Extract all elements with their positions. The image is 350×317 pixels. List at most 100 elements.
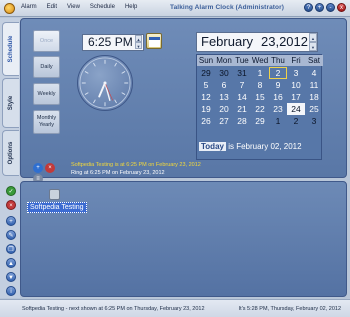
spin-down-icon[interactable]: ▼ bbox=[135, 42, 142, 49]
date-input[interactable]: February 23,2012 bbox=[196, 32, 318, 52]
calendar-day[interactable]: 1 bbox=[269, 115, 287, 127]
schedule-panel: Once Daily Weekly Monthly Yearly 6:25 PM… bbox=[20, 18, 347, 184]
weekday-label: Wed bbox=[251, 56, 269, 65]
calendar-day[interactable]: 8 bbox=[251, 79, 269, 91]
move-down-icon[interactable]: ▼ bbox=[6, 272, 16, 282]
add-alarm-icon[interactable]: + bbox=[6, 216, 16, 226]
calendar-day[interactable]: 20 bbox=[215, 103, 233, 115]
menu-view[interactable]: View bbox=[67, 4, 80, 10]
weekday-label: Thu bbox=[271, 56, 285, 65]
calendar-day[interactable]: 17 bbox=[287, 91, 305, 103]
calendar-day[interactable]: 30 bbox=[215, 67, 233, 79]
calendar-day[interactable]: 6 bbox=[215, 79, 233, 91]
calendar-day[interactable]: 21 bbox=[233, 103, 251, 115]
calendar-day[interactable]: 3 bbox=[287, 67, 305, 79]
properties-icon[interactable]: i bbox=[6, 286, 16, 296]
calendar-day[interactable]: 4 bbox=[305, 67, 323, 79]
calendar-day[interactable]: 13 bbox=[215, 91, 233, 103]
menu-alarm[interactable]: Alarm bbox=[21, 4, 37, 10]
spin-up-icon[interactable]: ▲ bbox=[309, 33, 317, 42]
calendar-day[interactable]: 29 bbox=[251, 115, 269, 127]
close-button[interactable]: x bbox=[337, 3, 346, 12]
schedule-monthly-yearly-button[interactable]: Monthly Yearly bbox=[33, 110, 60, 134]
calendar-today-footer[interactable]: Today is February 02, 2012 bbox=[197, 141, 323, 153]
edit-alarm-icon[interactable]: ✎ bbox=[6, 230, 16, 240]
analog-clock bbox=[77, 55, 133, 111]
menu-help[interactable]: Help bbox=[125, 4, 137, 10]
move-up-icon[interactable]: ▲ bbox=[6, 258, 16, 268]
calendar-icon bbox=[149, 37, 160, 47]
month-calendar: Sun Mon Tue Wed Thu Fri Sat 29 30 31 1 2… bbox=[196, 54, 323, 160]
schedule-once-button[interactable]: Once bbox=[33, 30, 60, 52]
calendar-day[interactable]: 26 bbox=[197, 115, 215, 127]
calendar-day[interactable]: 16 bbox=[269, 91, 287, 103]
schedule-daily-button[interactable]: Daily bbox=[33, 56, 60, 78]
tab-schedule[interactable]: Schedule bbox=[2, 22, 19, 76]
calendar-day[interactable]: 12 bbox=[197, 91, 215, 103]
delete-icon[interactable]: × bbox=[6, 200, 16, 210]
status-bar: Softpedia Testing - next shown at 6:25 P… bbox=[0, 299, 350, 317]
calendar-day-selected[interactable]: 24 bbox=[287, 103, 305, 115]
alarm-summary-text: Softpedia Testing is at 6:25 PM on Febru… bbox=[71, 162, 201, 168]
current-time-status: It's 5:28 PM, Thursday, February 02, 201… bbox=[238, 306, 341, 312]
menu-schedule[interactable]: Schedule bbox=[90, 4, 115, 10]
check-icon[interactable]: ✓ bbox=[6, 186, 16, 196]
alarm-list-panel: Softpedia Testing bbox=[20, 181, 347, 297]
maximize-button[interactable]: + bbox=[315, 3, 324, 12]
clear-icon[interactable]: × bbox=[45, 163, 55, 173]
weekday-label: Tue bbox=[235, 56, 249, 65]
calendar-day[interactable]: 29 bbox=[197, 67, 215, 79]
calendar-day[interactable]: 22 bbox=[251, 103, 269, 115]
spin-up-icon[interactable]: ▲ bbox=[135, 35, 142, 42]
spin-down-icon[interactable]: ▼ bbox=[309, 42, 317, 51]
calendar-day[interactable]: 2 bbox=[287, 115, 305, 127]
calendar-day[interactable]: 7 bbox=[233, 79, 251, 91]
window-controls: ? + - x bbox=[304, 3, 346, 12]
help-button[interactable]: ? bbox=[304, 3, 313, 12]
calendar-button[interactable] bbox=[146, 33, 162, 49]
calendar-day[interactable]: 14 bbox=[233, 91, 251, 103]
calendar-day[interactable]: 28 bbox=[233, 115, 251, 127]
calendar-day[interactable]: 3 bbox=[305, 115, 323, 127]
calendar-day[interactable]: 1 bbox=[251, 67, 269, 79]
date-day-year: 23,2012 bbox=[261, 34, 308, 49]
tab-options[interactable]: Options bbox=[2, 130, 19, 176]
calendar-day[interactable]: 10 bbox=[287, 79, 305, 91]
calendar-day[interactable]: 31 bbox=[233, 67, 251, 79]
copy-alarm-icon[interactable]: ❐ bbox=[6, 244, 16, 254]
title-bar: Alarm Edit View Schedule Help Talking Al… bbox=[0, 0, 350, 17]
calendar-day[interactable]: 19 bbox=[197, 103, 215, 115]
date-month: February bbox=[201, 34, 254, 49]
list-item[interactable]: Softpedia Testing bbox=[27, 189, 87, 213]
tab-style[interactable]: Style bbox=[2, 78, 19, 128]
calendar-days: 29 30 31 1 2 3 4 5 6 7 8 9 10 11 12 13 1… bbox=[197, 67, 323, 127]
calendar-day[interactable]: 18 bbox=[305, 91, 323, 103]
alarm-clock-icon[interactable] bbox=[4, 3, 15, 14]
weekday-label: Sat bbox=[307, 56, 320, 65]
weekday-label: Fri bbox=[291, 56, 301, 65]
weekday-label: Sun bbox=[198, 56, 214, 65]
today-date-text: is February 02, 2012 bbox=[228, 142, 302, 151]
today-label: Today bbox=[199, 142, 226, 151]
calendar-weekday-header: Sun Mon Tue Wed Thu Fri Sat bbox=[197, 55, 323, 66]
minimize-button[interactable]: - bbox=[326, 3, 335, 12]
side-tabs: Schedule Style Options bbox=[0, 18, 20, 178]
calendar-day[interactable]: 25 bbox=[305, 103, 323, 115]
calendar-day[interactable]: 5 bbox=[197, 79, 215, 91]
calendar-day[interactable]: 9 bbox=[269, 79, 287, 91]
menu-edit[interactable]: Edit bbox=[47, 4, 57, 10]
alarm-item-label: Softpedia Testing bbox=[27, 202, 87, 213]
date-spinner[interactable]: ▲ ▼ bbox=[309, 33, 317, 51]
alarm-item-icon bbox=[49, 189, 60, 200]
calendar-day[interactable]: 11 bbox=[305, 79, 323, 91]
add-schedule-icon[interactable]: + bbox=[33, 163, 43, 173]
calendar-day[interactable]: 23 bbox=[269, 103, 287, 115]
alarm-toolbar: ✓ × + ✎ ❐ ▲ ▼ i bbox=[0, 178, 20, 298]
time-spinner[interactable]: ▲ ▼ bbox=[135, 35, 142, 50]
calendar-day[interactable]: 27 bbox=[215, 115, 233, 127]
calendar-day[interactable]: 15 bbox=[251, 91, 269, 103]
weekday-label: Mon bbox=[216, 56, 232, 65]
schedule-weekly-button[interactable]: Weekly bbox=[33, 83, 60, 105]
window-title: Talking Alarm Clock (Administrator) bbox=[170, 4, 285, 11]
calendar-day-today[interactable]: 2 bbox=[269, 67, 287, 79]
